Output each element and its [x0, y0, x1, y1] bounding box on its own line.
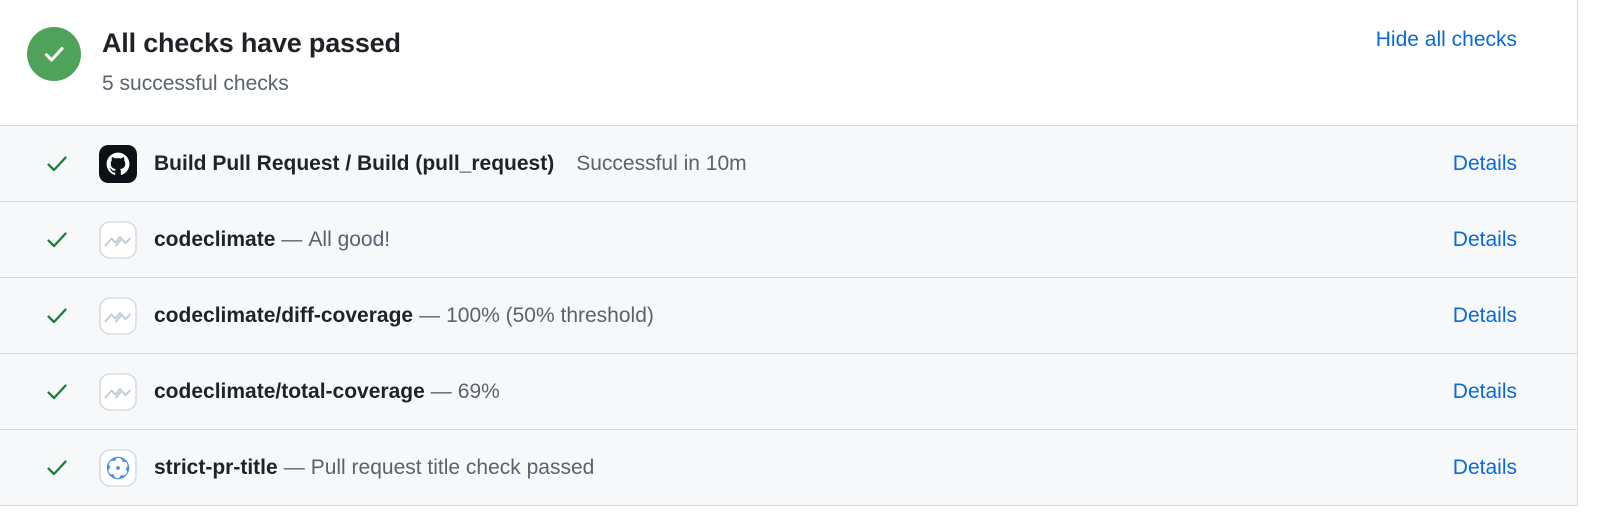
check-description: All good!: [308, 227, 391, 251]
check-row[interactable]: strict-pr-title — Pull request title che…: [0, 430, 1577, 506]
check-description: 100% (50% threshold): [446, 303, 654, 327]
github-actions-octocat-icon: [99, 144, 137, 183]
check-row-text: codeclimate — All good!: [154, 226, 390, 253]
check-row-text: Build Pull Request / Build (pull_request…: [154, 150, 747, 177]
checks-header-text: All checks have passed 5 successful chec…: [102, 20, 401, 98]
check-separator: —: [281, 227, 303, 251]
codeclimate-icon: [99, 220, 137, 259]
strict-pr-title-pinwheel-icon: [99, 448, 137, 487]
checks-subtitle: 5 successful checks: [102, 71, 289, 95]
details-link[interactable]: Details: [1453, 152, 1517, 176]
check-description: Pull request title check passed: [310, 455, 595, 479]
codeclimate-icon: [99, 372, 137, 411]
check-row-text: codeclimate/total-coverage — 69%: [154, 378, 500, 405]
check-name: codeclimate/total-coverage: [154, 379, 425, 403]
details-link[interactable]: Details: [1453, 456, 1517, 480]
check-name: strict-pr-title: [154, 455, 278, 479]
details-link[interactable]: Details: [1453, 380, 1517, 404]
check-icon: [43, 150, 71, 178]
check-separator: —: [430, 379, 452, 403]
check-row-text: strict-pr-title — Pull request title che…: [154, 454, 594, 481]
details-link[interactable]: Details: [1453, 304, 1517, 328]
page-title: All checks have passed: [102, 28, 401, 58]
check-icon: [43, 454, 71, 482]
check-icon: [43, 302, 71, 330]
check-circle-icon: [27, 27, 81, 81]
check-row-text: codeclimate/diff-coverage — 100% (50% th…: [154, 302, 654, 329]
check-separator: —: [419, 303, 441, 327]
check-name: codeclimate/diff-coverage: [154, 303, 414, 327]
check-icon: [43, 226, 71, 254]
check-separator: —: [283, 455, 305, 479]
check-row[interactable]: Build Pull Request / Build (pull_request…: [0, 126, 1577, 202]
details-link[interactable]: Details: [1453, 228, 1517, 252]
check-row[interactable]: codeclimate/total-coverage — 69% Details: [0, 354, 1577, 430]
check-name: codeclimate: [154, 227, 276, 251]
check-row[interactable]: codeclimate — All good! Details: [0, 202, 1577, 278]
hide-all-checks-link[interactable]: Hide all checks: [1376, 28, 1517, 52]
pr-checks-panel: All checks have passed 5 successful chec…: [0, 0, 1578, 506]
check-description: 69%: [457, 379, 500, 403]
codeclimate-icon: [99, 296, 137, 335]
check-icon: [43, 378, 71, 406]
check-meta: Successful in 10m: [576, 151, 747, 175]
check-name: Build Pull Request / Build (pull_request…: [154, 151, 555, 175]
checks-summary-header: All checks have passed 5 successful chec…: [0, 0, 1577, 126]
check-row[interactable]: codeclimate/diff-coverage — 100% (50% th…: [0, 278, 1577, 354]
